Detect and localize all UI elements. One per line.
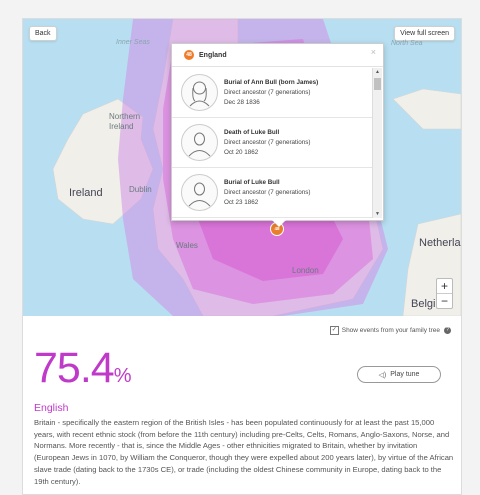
male-avatar-icon (181, 124, 218, 161)
event-relation: Direct ancestor (7 generations) (224, 188, 311, 196)
male-avatar-icon (181, 174, 218, 211)
events-list[interactable]: Burial of Ann Bull (born James) Direct a… (172, 68, 372, 218)
event-item[interactable]: Death of Luke Bull Direct ancestor (7 ge… (172, 118, 372, 168)
event-date: Oct 23 1862 (224, 198, 259, 206)
view-full-screen-button[interactable]: View full screen (394, 26, 455, 41)
popup-scrollbar[interactable]: ▲ ▼ (372, 68, 382, 218)
popup-region-title: England (199, 51, 227, 59)
events-popup: 48 England × Burial of Ann Bull (born Ja… (171, 43, 384, 227)
info-icon[interactable]: ? (444, 327, 451, 334)
ethnicity-percentage: 75.4% (34, 344, 132, 393)
map-label-london: London (292, 266, 319, 275)
zoom-out-button[interactable]: − (437, 293, 452, 308)
popup-header: 48 England (172, 44, 383, 67)
map-label-wales: Wales (176, 241, 198, 250)
scroll-down-arrow-icon[interactable]: ▼ (375, 211, 380, 217)
map-label-belgium: Belgi (411, 298, 436, 310)
ethnicity-map[interactable]: Back View full screen Inner Seas North S… (23, 19, 461, 316)
close-icon[interactable]: × (371, 47, 376, 57)
region-badge: 48 (184, 50, 194, 60)
scroll-up-arrow-icon[interactable]: ▲ (375, 69, 380, 75)
map-label-inner-seas: Inner Seas (116, 39, 150, 46)
event-title: Burial of Ann Bull (born James) (224, 78, 319, 86)
show-events-toggle[interactable]: ✓ Show events from your family tree ? (329, 326, 451, 335)
zoom-control: + − (436, 278, 453, 309)
percentage-value: 75.4 (34, 344, 115, 392)
show-events-label: Show events from your family tree (341, 327, 440, 334)
map-label-dublin: Dublin (129, 185, 152, 194)
ethnicity-title: English (34, 402, 69, 414)
percent-symbol: % (113, 365, 132, 387)
back-button[interactable]: Back (29, 26, 57, 41)
play-tune-button[interactable]: ◁) Play tune (357, 366, 441, 383)
event-item[interactable]: Burial of Ann Bull (born James) Direct a… (172, 68, 372, 118)
event-relation: Direct ancestor (7 generations) (224, 138, 311, 146)
event-date: Oct 20 1862 (224, 148, 259, 156)
scroll-thumb[interactable] (374, 78, 381, 90)
map-label-ireland: Ireland (69, 187, 103, 199)
event-title: Burial of Luke Bull (224, 178, 280, 186)
map-label-north-sea: North Sea (391, 40, 423, 47)
speaker-icon: ◁) (378, 371, 387, 379)
play-tune-label: Play tune (390, 371, 420, 378)
event-title: Death of Luke Bull (224, 128, 280, 136)
ethnicity-description: Britain - specifically the eastern regio… (34, 418, 454, 486)
map-label-netherlands: Netherla (419, 237, 461, 249)
show-events-checkbox[interactable]: ✓ (329, 326, 339, 335)
female-avatar-icon (181, 74, 218, 111)
map-label-northern-ireland: Northern Ireland (109, 112, 141, 131)
event-relation: Direct ancestor (7 generations) (224, 88, 311, 96)
event-date: Dec 28 1836 (224, 98, 260, 106)
event-item[interactable]: Burial of Luke Bull Direct ancestor (7 g… (172, 168, 372, 218)
zoom-in-button[interactable]: + (437, 279, 452, 293)
ethnicity-panel: Back View full screen Inner Seas North S… (22, 18, 462, 495)
